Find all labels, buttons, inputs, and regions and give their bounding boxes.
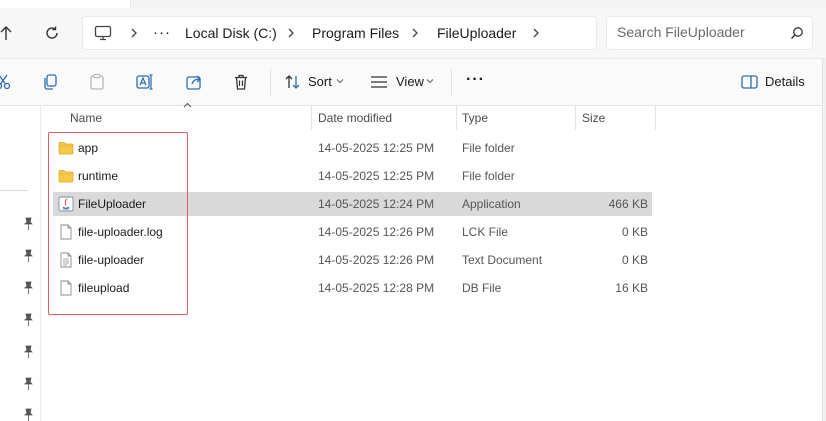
more-options-button[interactable]: ··· [466,71,485,89]
file-explorer-window: ··· Local Disk (C:) Program Files FileUp… [0,0,826,421]
details-pane-icon [741,75,758,89]
view-label: View [396,74,424,89]
file-name: FileUploader [78,197,147,211]
pin-icon[interactable] [22,281,34,295]
file-icon [60,224,72,240]
details-pane-edge [822,58,826,421]
address-row: ··· Local Disk (C:) Program Files FileUp… [0,8,826,59]
cut-button[interactable] [0,71,14,93]
up-arrow-icon [0,26,12,40]
pin-icon[interactable] [22,408,34,421]
view-button[interactable]: View [366,67,440,97]
text-file-icon [60,252,72,268]
this-pc-icon [94,25,112,41]
sort-icon [285,75,300,89]
file-row[interactable]: app 14-05-2025 12:25 PM File folder [53,136,652,160]
navigation-pane [0,106,41,421]
breadcrumb-local-disk[interactable]: Local Disk (C:) [185,17,277,49]
toolbar-divider [451,69,452,95]
file-size: 0 KB [621,225,648,239]
file-size: 16 KB [615,281,648,295]
cut-icon [0,74,11,90]
sort-label: Sort [308,74,332,89]
file-size: 466 KB [608,197,648,211]
file-date-modified: 14-05-2025 12:28 PM [318,281,435,295]
breadcrumb-fileuploader[interactable]: FileUploader [437,17,516,49]
file-date-modified: 14-05-2025 12:25 PM [318,141,435,155]
column-header-name[interactable]: Name [70,106,102,130]
toolbar-divider [270,69,271,95]
chevron-right-icon [288,28,294,38]
sort-ascending-icon [183,102,192,108]
file-type: Application [462,197,521,211]
breadcrumb-overflow-button[interactable]: ··· [153,17,171,49]
pin-icon[interactable] [22,249,34,263]
file-name: fileupload [78,281,130,295]
column-divider[interactable] [311,106,312,130]
rename-button[interactable] [134,71,156,93]
copy-icon [44,74,57,90]
file-date-modified: 14-05-2025 12:25 PM [318,169,435,183]
folder-icon [58,142,74,155]
command-bar: Sort View ··· Details [0,59,826,106]
refresh-icon [46,26,58,39]
delete-button[interactable] [230,71,252,93]
file-name: app [78,141,99,155]
file-row[interactable]: runtime 14-05-2025 12:25 PM File folder [53,164,652,188]
column-header-date-modified[interactable]: Date modified [318,106,392,130]
view-list-icon [371,76,387,88]
sort-button[interactable]: Sort [280,67,350,97]
address-bar[interactable]: ··· Local Disk (C:) Program Files FileUp… [82,16,597,50]
pin-icon[interactable] [22,377,34,391]
details-pane-button[interactable]: Details [736,67,808,97]
rename-icon [136,74,153,90]
chevron-right-icon [412,28,418,38]
folder-icon [58,170,74,183]
details-label: Details [765,74,805,89]
paste-button[interactable] [86,71,108,93]
search-box[interactable] [606,16,813,50]
pin-icon[interactable] [22,345,34,359]
file-date-modified: 14-05-2025 12:24 PM [318,197,435,211]
column-header-size[interactable]: Size [582,106,605,130]
breadcrumb-program-files[interactable]: Program Files [312,17,399,49]
chevron-right-icon [533,28,539,38]
file-date-modified: 14-05-2025 12:26 PM [318,253,435,267]
file-row[interactable]: fileupload 14-05-2025 12:28 PM DB File 1… [53,276,652,300]
search-input[interactable] [617,17,777,47]
up-arrow-button[interactable] [0,22,18,44]
share-button[interactable] [183,71,205,93]
paste-icon [90,73,104,90]
refresh-button[interactable] [40,22,64,44]
chevron-right-icon [131,28,137,38]
file-name: file-uploader [78,253,145,267]
file-date-modified: 14-05-2025 12:26 PM [318,225,435,239]
share-icon [186,75,201,90]
file-row[interactable]: file-uploader.log 14-05-2025 12:26 PM LC… [53,220,652,244]
column-header-type[interactable]: Type [462,106,488,130]
file-row-selected[interactable]: FileUploader 14-05-2025 12:24 PM Applica… [53,192,652,216]
pin-icon[interactable] [22,217,34,231]
file-size: 0 KB [621,253,648,267]
nav-divider [0,190,28,191]
column-divider[interactable] [655,106,656,130]
java-app-icon [58,196,74,212]
column-divider[interactable] [456,106,457,130]
pin-icon[interactable] [22,313,34,327]
column-divider[interactable] [575,106,576,130]
copy-button[interactable] [39,71,61,93]
file-name: runtime [78,169,119,183]
file-type: LCK File [462,225,509,239]
file-name: file-uploader.log [78,225,163,239]
chevron-down-icon [336,79,344,84]
file-row[interactable]: file-uploader 14-05-2025 12:26 PM Text D… [53,248,652,272]
file-type: Text Document [462,253,543,267]
file-type: File folder [462,141,515,155]
file-type: File folder [462,169,515,183]
chevron-down-icon [426,79,434,84]
search-icon [791,27,803,39]
file-type: DB File [462,281,502,295]
trash-icon [235,74,247,90]
file-icon [60,280,72,296]
